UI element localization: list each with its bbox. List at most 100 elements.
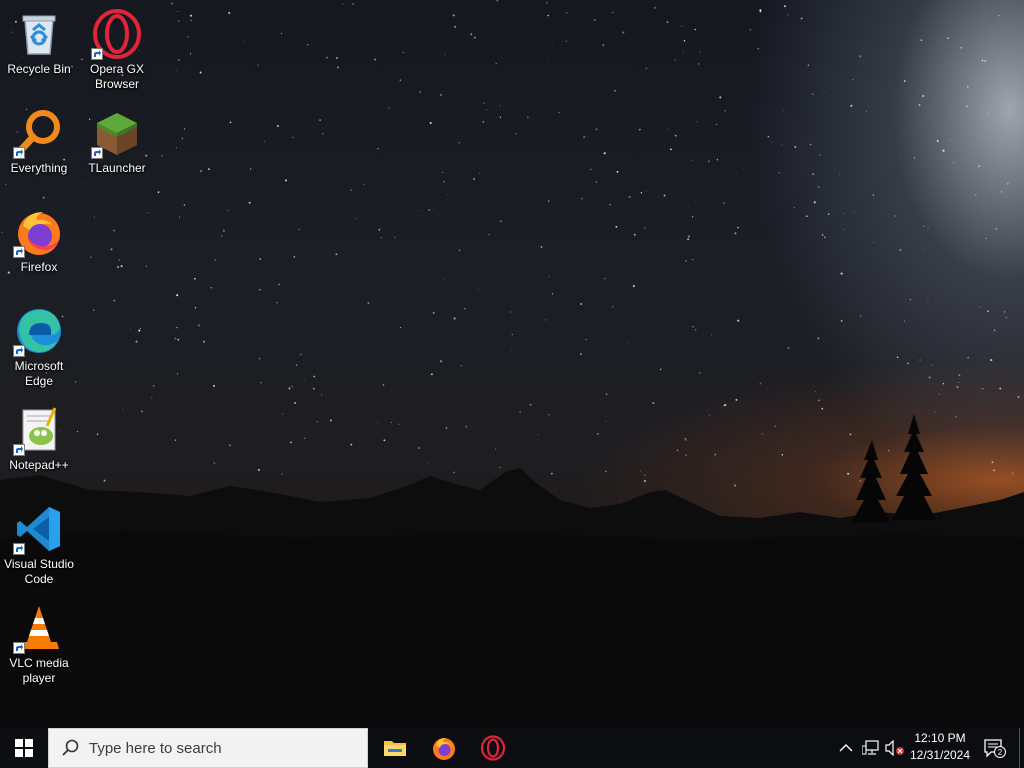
shortcut-arrow-icon <box>13 345 25 357</box>
desktop-icon-tlauncher[interactable]: TLauncher <box>79 103 155 176</box>
tlauncher-icon <box>91 107 143 159</box>
star <box>903 80 906 82</box>
star <box>552 42 554 44</box>
star <box>515 132 517 135</box>
star <box>956 386 959 389</box>
star <box>990 359 993 362</box>
clock-time: 12:10 PM <box>914 731 966 745</box>
star <box>694 201 696 203</box>
star <box>778 171 780 174</box>
star <box>174 337 177 340</box>
star <box>809 143 812 146</box>
star <box>194 306 197 309</box>
star <box>685 260 687 262</box>
star <box>352 3 354 5</box>
star <box>138 329 141 332</box>
star <box>966 105 968 108</box>
star <box>967 356 969 359</box>
star <box>894 215 896 217</box>
star <box>995 228 998 231</box>
star <box>605 393 608 396</box>
desktop-icon-notepadpp[interactable]: Notepad++ <box>1 400 77 473</box>
taskbar-search-box[interactable]: Type here to search <box>48 728 368 768</box>
star <box>896 356 899 359</box>
star <box>464 307 466 310</box>
star <box>176 373 179 375</box>
star <box>178 216 181 218</box>
star <box>813 201 816 204</box>
star <box>176 326 178 329</box>
star <box>428 209 431 211</box>
star <box>927 227 929 228</box>
star <box>609 203 611 206</box>
network-tray-button[interactable] <box>860 728 882 768</box>
desktop-icon-label: Firefox <box>20 260 58 274</box>
star <box>477 289 479 291</box>
star <box>958 374 961 377</box>
desktop-icon-recycle-bin[interactable]: Recycle Bin <box>1 4 77 77</box>
taskbar-app-file-explorer[interactable] <box>371 728 419 768</box>
star <box>293 127 295 129</box>
taskbar-app-opera-gx[interactable] <box>469 728 517 768</box>
star <box>865 110 867 112</box>
star <box>839 173 841 175</box>
star <box>593 18 596 21</box>
star <box>581 198 583 200</box>
star <box>152 384 155 387</box>
star <box>284 179 288 182</box>
shortcut-arrow-icon <box>91 48 103 60</box>
star <box>443 278 445 280</box>
star <box>367 301 370 305</box>
star <box>859 55 862 58</box>
star <box>276 124 279 128</box>
action-center-button[interactable]: 2 <box>982 728 1008 768</box>
star <box>260 381 262 384</box>
star <box>698 371 701 375</box>
star <box>441 172 443 174</box>
star <box>632 285 635 288</box>
desktop-icon-label: Recycle Bin <box>7 62 71 76</box>
desktop-icon-opera-gx[interactable]: Opera GX Browser <box>79 4 155 92</box>
star <box>615 225 618 228</box>
star <box>1017 396 1020 398</box>
desktop-icon-vscode[interactable]: Visual Studio Code <box>1 499 77 587</box>
star <box>511 349 513 351</box>
star <box>336 57 338 59</box>
desktop-icon-vlc[interactable]: VLC media player <box>1 598 77 686</box>
taskbar: Type here to search 12:10 PM 12/31/2024 … <box>0 728 1024 768</box>
start-button[interactable] <box>0 728 48 768</box>
notepadpp-icon <box>13 404 65 456</box>
star <box>853 211 855 213</box>
desktop-icon-edge[interactable]: Microsoft Edge <box>1 301 77 389</box>
star <box>640 192 643 194</box>
taskbar-clock[interactable]: 12:10 PM 12/31/2024 <box>900 730 980 766</box>
star <box>552 293 554 295</box>
show-desktop-button[interactable] <box>1019 728 1024 768</box>
star <box>203 340 205 343</box>
star <box>585 339 587 341</box>
star <box>800 17 803 20</box>
show-hidden-icons-button[interactable] <box>836 728 856 768</box>
desktop-icon-firefox[interactable]: Firefox <box>1 202 77 275</box>
star <box>452 14 455 17</box>
star <box>299 353 302 356</box>
star <box>743 167 745 169</box>
taskbar-app-firefox[interactable] <box>420 728 468 768</box>
star <box>614 89 616 92</box>
star <box>787 14 789 16</box>
star <box>432 311 435 314</box>
star <box>117 265 120 269</box>
star <box>737 226 739 229</box>
star <box>927 298 929 300</box>
star <box>928 376 931 379</box>
star <box>363 183 365 185</box>
star <box>967 86 969 88</box>
star <box>558 112 560 114</box>
star <box>922 225 925 228</box>
star <box>135 340 138 343</box>
desktop-icon-everything[interactable]: Everything <box>1 103 77 176</box>
star <box>794 145 797 148</box>
star <box>781 144 783 146</box>
star <box>716 159 719 161</box>
vlc-icon <box>13 602 65 654</box>
